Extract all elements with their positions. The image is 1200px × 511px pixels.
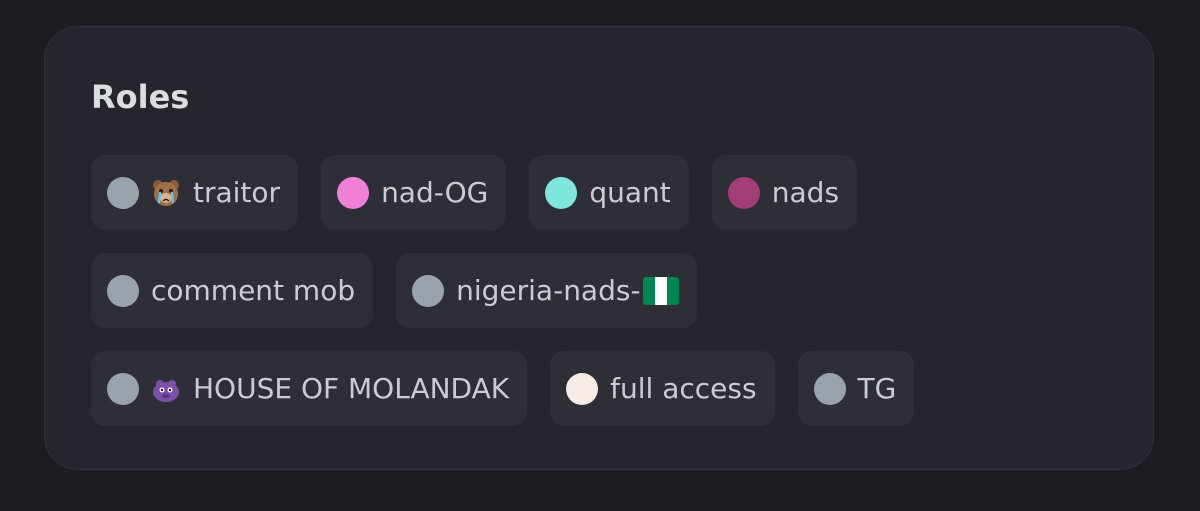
role-color-dot [337,176,370,209]
role-pill-full-access[interactable]: full access [550,351,775,426]
role-color-dot [566,372,599,405]
role-pill-house-of-molandak[interactable]: HOUSE OF MOLANDAK [91,351,528,426]
role-pill-traitor[interactable]: traitor [91,155,299,230]
role-color-dot [107,372,139,405]
roles-row: comment mob nigeria-nads- [91,253,914,328]
role-pill-quant[interactable]: quant [529,155,689,230]
role-label: TG [857,371,897,405]
role-label: quant [589,175,671,209]
role-label: traitor [193,175,281,209]
role-pill-comment-mob[interactable]: comment mob [91,253,374,328]
roles-heading: Roles [91,78,190,116]
role-label: HOUSE OF MOLANDAK [193,371,510,405]
role-pill-nad-og[interactable]: nad-OG [321,155,507,230]
roles-row: traitor nad-OG quant nads [91,155,914,230]
role-color-dot [727,176,760,209]
roles-row: HOUSE OF MOLANDAK full access TG [91,351,915,426]
crying-bear-icon [151,178,181,208]
role-label: nad-OG [381,175,489,209]
roles-panel: Roles traitor nad-OG quant nads comment … [44,26,1154,470]
role-pill-nigeria-nads[interactable]: nigeria-nads- [396,253,697,328]
role-color-dot [813,372,846,405]
roles-list: traitor nad-OG quant nads comment mob ni… [91,155,915,449]
role-color-dot [107,274,139,307]
nigeria-flag-icon [642,276,679,305]
role-color-dot [545,176,578,209]
role-label: nigeria-nads- [456,273,641,307]
role-pill-nads[interactable]: nads [711,155,858,230]
role-label: comment mob [151,273,356,307]
role-label: nads [771,175,840,209]
role-label: full access [610,371,757,405]
role-pill-tg[interactable]: TG [797,351,915,426]
role-color-dot [412,274,445,307]
purple-creature-icon [151,374,181,404]
role-color-dot [107,176,139,209]
